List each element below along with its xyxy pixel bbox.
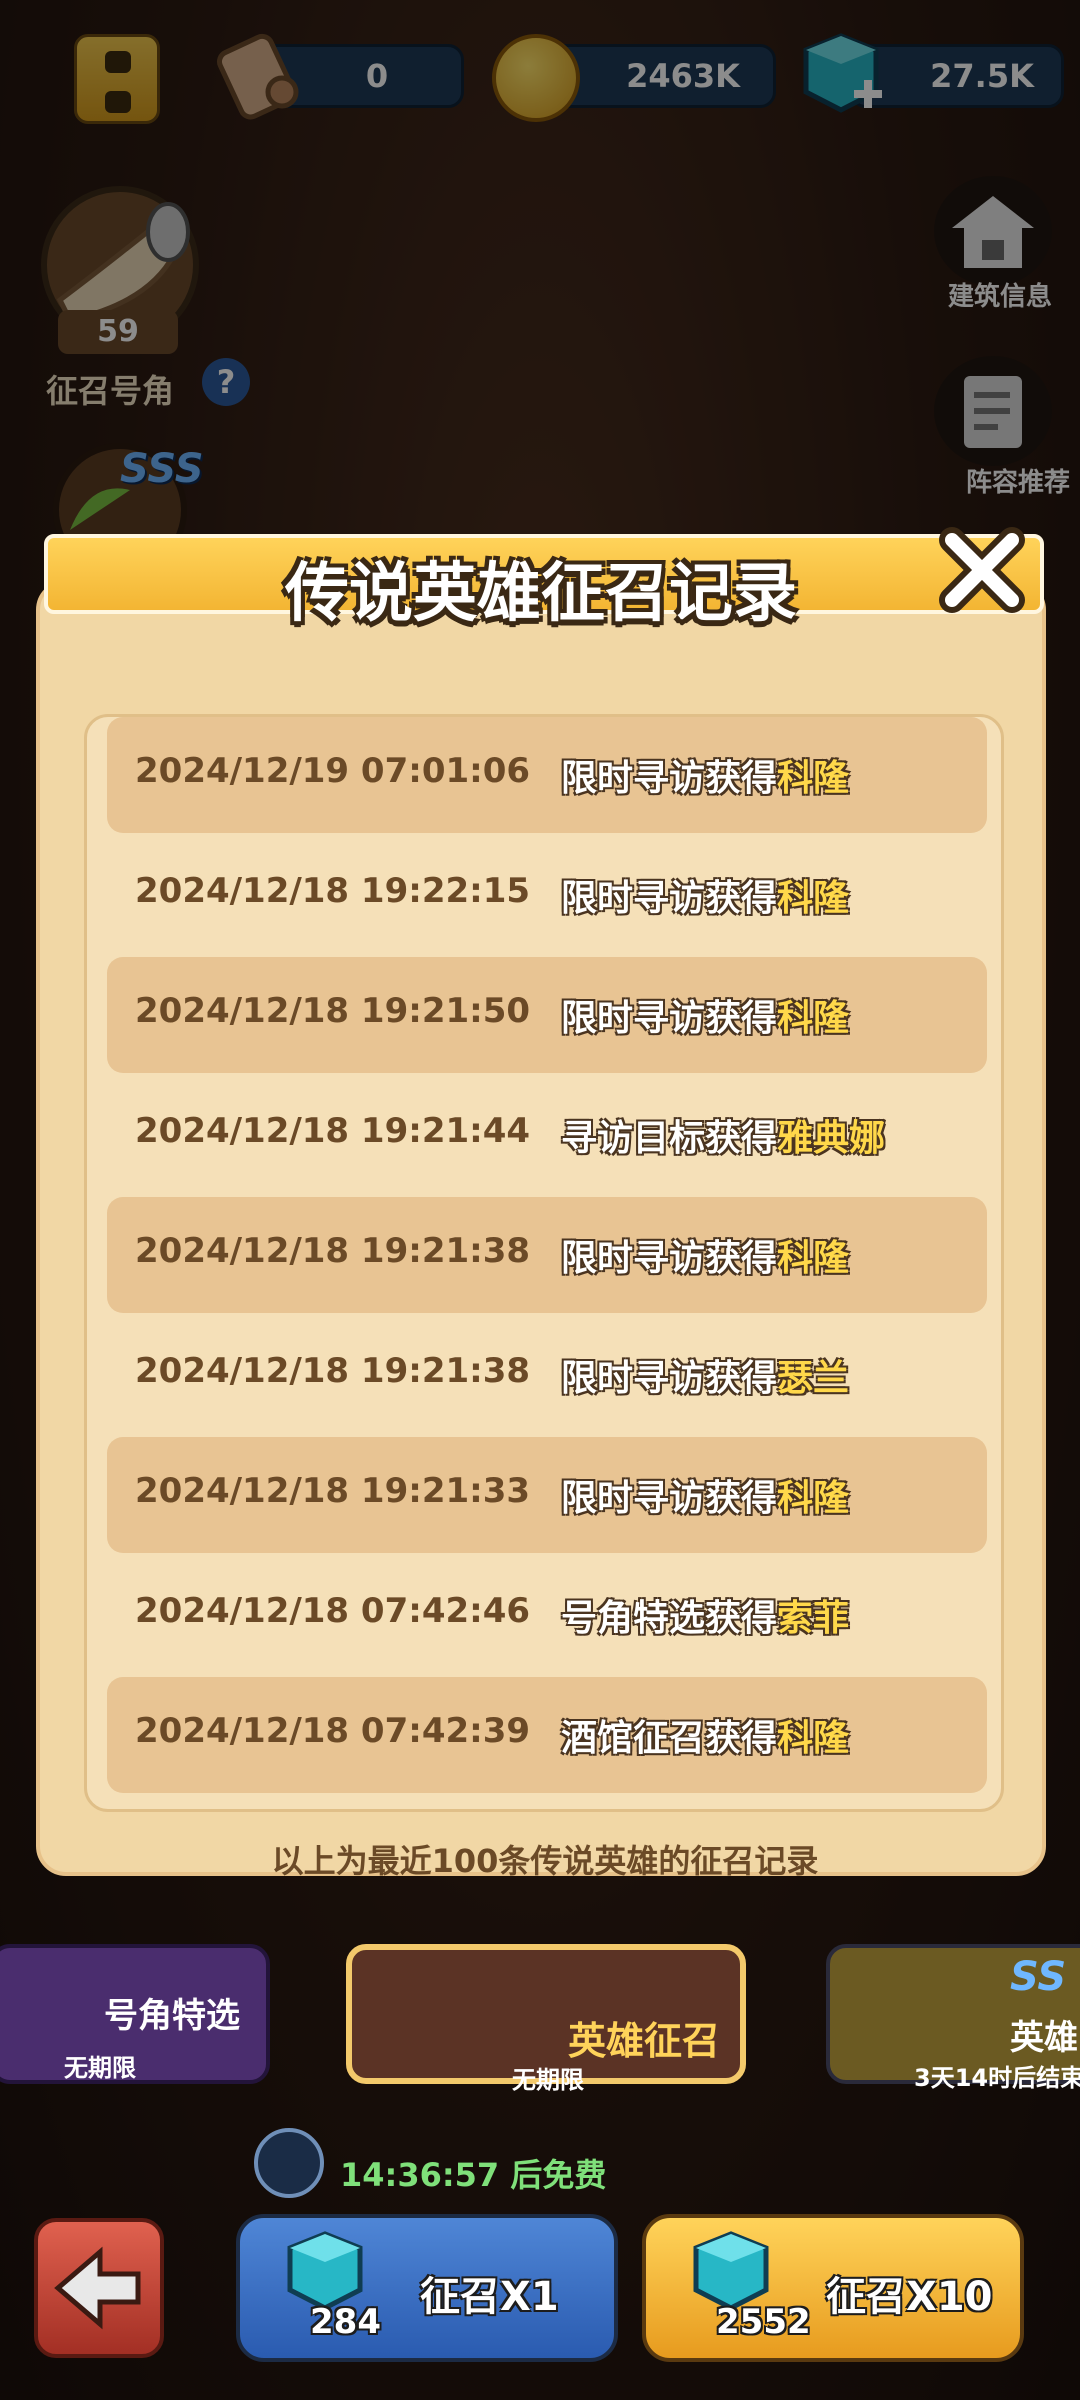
tab-label: 英雄 <box>1010 2018 1078 2058</box>
modal-title: 传说英雄征召记录 <box>285 557 797 631</box>
tab-horn-select[interactable]: 号角特选 无期限 <box>0 1944 270 2084</box>
record-desc: 号角特选获得索菲 <box>561 1589 849 1641</box>
record-hero: 索菲 <box>777 1598 850 1639</box>
summon-x1-cost: 284 <box>310 2302 381 2342</box>
record-hero: 雅典娜 <box>777 1118 886 1159</box>
record-row: 2024/12/19 07:01:06 限时寻访获得科隆 <box>107 717 987 833</box>
record-row: 2024/12/18 07:42:46 号角特选获得索菲 <box>107 1557 987 1673</box>
summon-x10-cost: 2552 <box>716 2302 811 2342</box>
record-hero: 科隆 <box>777 1718 850 1759</box>
record-source: 限时寻访获得 <box>561 758 778 799</box>
record-date: 2024/12/18 19:21:38 <box>135 1351 531 1391</box>
record-source: 限时寻访获得 <box>561 998 778 1039</box>
tab-sub: 3天14时后结束 <box>914 2064 1080 2092</box>
record-source: 寻访目标获得 <box>561 1118 778 1159</box>
record-desc: 寻访目标获得雅典娜 <box>561 1109 885 1161</box>
record-row: 2024/12/18 19:21:38 限时寻访获得瑟兰 <box>107 1317 987 1433</box>
record-desc: 酒馆征召获得科隆 <box>561 1709 849 1761</box>
clock-icon <box>254 2128 324 2198</box>
tab-sub: 无期限 <box>512 2066 584 2094</box>
record-desc: 限时寻访获得科隆 <box>561 749 849 801</box>
record-desc: 限时寻访获得科隆 <box>561 1229 849 1281</box>
arrow-left-icon <box>54 2246 141 2330</box>
free-timer: 14:36:57 后免费 <box>340 2156 607 2194</box>
tab-badge: SS <box>1010 1954 1067 2000</box>
summon-x10-button[interactable]: 2552 征召X10 <box>642 2214 1024 2362</box>
modal-panel: 2024/12/19 07:01:06 限时寻访获得科隆 2024/12/18 … <box>36 580 1046 1880</box>
record-date: 2024/12/18 19:21:44 <box>135 1111 531 1151</box>
record-date: 2024/12/18 07:42:46 <box>135 1591 531 1631</box>
record-hero: 科隆 <box>777 998 850 1039</box>
record-hero: 科隆 <box>777 1238 850 1279</box>
record-row: 2024/12/18 19:22:15 限时寻访获得科隆 <box>107 837 987 953</box>
record-hero: 科隆 <box>777 1478 850 1519</box>
record-date: 2024/12/18 19:22:15 <box>135 871 531 911</box>
record-source: 酒馆征召获得 <box>561 1718 778 1759</box>
record-date: 2024/12/18 19:21:50 <box>135 991 531 1031</box>
summon-x1-button[interactable]: 284 征召X1 <box>236 2214 618 2362</box>
record-desc: 限时寻访获得科隆 <box>561 1469 849 1521</box>
record-row: 2024/12/18 19:21:33 限时寻访获得科隆 <box>107 1437 987 1553</box>
record-desc: 限时寻访获得科隆 <box>561 869 849 921</box>
record-list[interactable]: 2024/12/19 07:01:06 限时寻访获得科隆 2024/12/18 … <box>84 714 1004 1812</box>
tab-sub: 无期限 <box>64 2054 136 2082</box>
tab-label: 号角特选 <box>104 1996 240 2036</box>
record-row: 2024/12/18 07:42:39 酒馆征召获得科隆 <box>107 1677 987 1793</box>
record-source: 号角特选获得 <box>561 1598 778 1639</box>
record-hero: 科隆 <box>777 758 850 799</box>
record-source: 限时寻访获得 <box>561 1358 778 1399</box>
tab-hero-summon[interactable]: 英雄征召 无期限 <box>346 1944 746 2094</box>
record-date: 2024/12/18 19:21:33 <box>135 1471 531 1511</box>
close-icon[interactable] <box>932 520 1032 620</box>
record-source: 限时寻访获得 <box>561 1478 778 1519</box>
record-footer-note: 以上为最近100条传说英雄的征召记录 <box>271 1842 819 1880</box>
summon-x10-label: 征召X10 <box>826 2274 993 2320</box>
record-row: 2024/12/18 19:21:38 限时寻访获得科隆 <box>107 1197 987 1313</box>
legendary-summon-record-modal: 2024/12/19 07:01:06 限时寻访获得科隆 2024/12/18 … <box>36 520 1046 1880</box>
record-date: 2024/12/18 19:21:38 <box>135 1231 531 1271</box>
record-source: 限时寻访获得 <box>561 1238 778 1279</box>
summon-x1-label: 征召X1 <box>420 2274 559 2320</box>
record-hero: 瑟兰 <box>777 1358 850 1399</box>
record-desc: 限时寻访获得瑟兰 <box>561 1349 849 1401</box>
record-source: 限时寻访获得 <box>561 878 778 919</box>
record-hero: 科隆 <box>777 878 850 919</box>
record-desc: 限时寻访获得科隆 <box>561 989 849 1041</box>
modal-title-banner: 传说英雄征召记录 <box>36 524 1046 631</box>
record-date: 2024/12/19 07:01:06 <box>135 751 531 791</box>
record-date: 2024/12/18 07:42:39 <box>135 1711 531 1751</box>
tab-hero-event[interactable]: SS 英雄 3天14时后结束 <box>826 1944 1080 2092</box>
back-button[interactable] <box>34 2218 164 2358</box>
record-row: 2024/12/18 19:21:50 限时寻访获得科隆 <box>107 957 987 1073</box>
tab-label: 英雄征召 <box>568 2019 721 2063</box>
record-row: 2024/12/18 19:21:44 寻访目标获得雅典娜 <box>107 1077 987 1193</box>
